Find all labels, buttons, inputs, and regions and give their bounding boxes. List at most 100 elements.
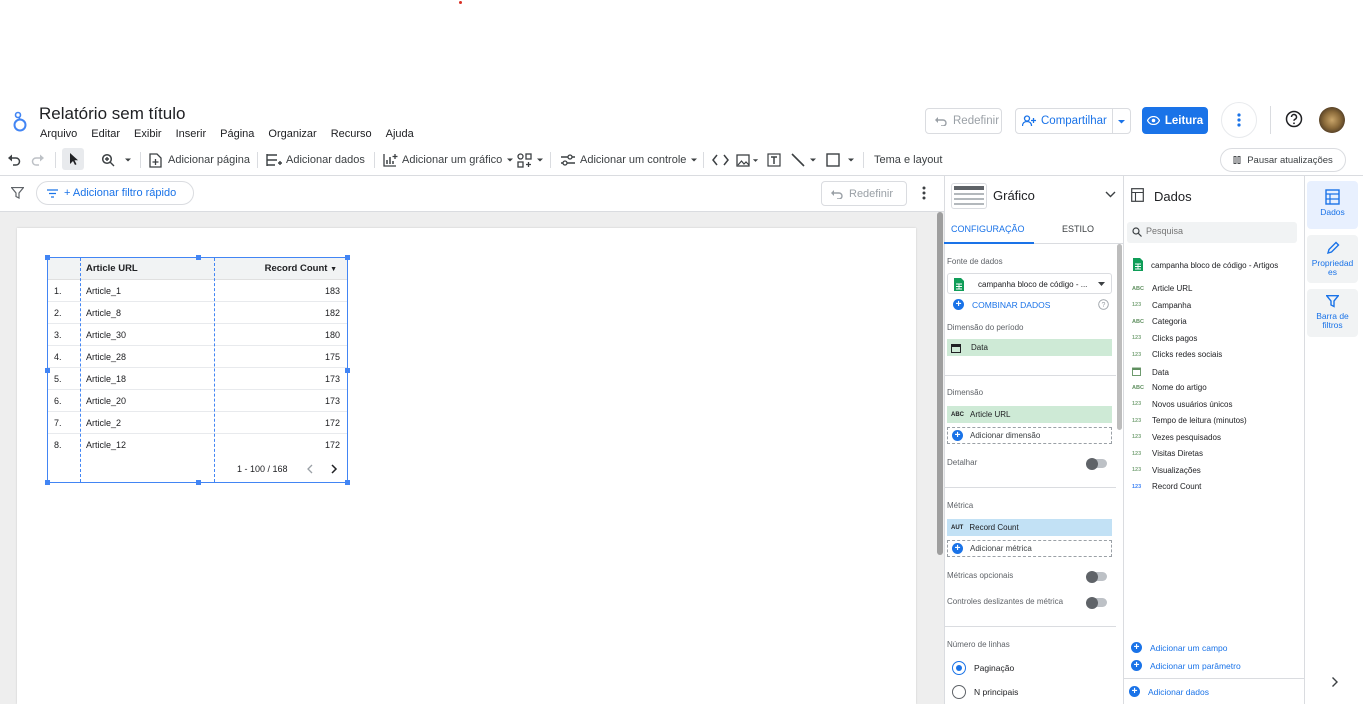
add-component-button[interactable] [517,147,544,173]
canvas-scrollbar[interactable] [937,212,943,555]
report-title[interactable]: Relatório sem título [39,104,185,124]
data-field-item[interactable]: 123 Novos usuários únicos [1132,400,1232,409]
period-dimension-chip[interactable]: Data [947,339,1112,356]
data-field-item[interactable]: ABC Article URL [1132,284,1192,293]
rail-properties-button[interactable]: Propriedad es [1307,235,1358,283]
avatar[interactable] [1319,107,1345,133]
top-n-radio[interactable] [952,685,966,699]
looker-studio-logo[interactable] [11,110,29,132]
metric-sliders-toggle[interactable] [1086,596,1107,609]
add-metric-button[interactable]: + Adicionar métrica [947,540,1112,557]
data-field-item[interactable]: 123 Record Count [1132,482,1201,491]
column-header-article-url[interactable]: Article URL [86,263,138,274]
zoom-button[interactable] [101,147,132,173]
data-source-selector[interactable]: campanha bloco de código - ... [947,273,1112,294]
chevron-left-icon[interactable] [306,464,313,474]
more-options-button[interactable] [1221,102,1257,138]
chevron-down-icon [810,158,816,162]
resize-handle[interactable] [196,255,201,260]
select-tool[interactable] [62,148,84,170]
tab-config[interactable]: CONFIGURAÇÃO [944,214,1034,244]
menu-arquivo[interactable]: Arquivo [40,128,77,140]
add-parameter-link[interactable]: + Adicionar um parâmetro [1131,660,1241,671]
data-field-name: Clicks pagos [1152,333,1198,343]
theme-layout-button[interactable]: Tema e layout [874,147,942,173]
metric-chip[interactable]: AUT Record Count [947,519,1112,536]
text-box-icon[interactable] [767,153,781,167]
redo-icon[interactable] [31,153,45,167]
tab-style[interactable]: ESTILO [1034,214,1122,244]
resize-handle[interactable] [45,255,50,260]
menu-editar[interactable]: Editar [91,128,120,140]
add-data-link[interactable]: + Adicionar dados [1129,686,1209,697]
add-field-link[interactable]: + Adicionar um campo [1131,642,1227,653]
panel-scrollbar[interactable] [1117,244,1122,430]
optional-metrics-toggle[interactable] [1086,570,1107,583]
view-mode-button[interactable]: Leitura [1142,107,1208,134]
reset-button[interactable]: Redefinir [925,108,1002,134]
resize-handle[interactable] [345,480,350,485]
rail-data-button[interactable]: Dados [1307,181,1358,229]
add-chart-button[interactable]: Adicionar um gráfico [383,147,514,173]
column-header-record-count[interactable]: Record Count ▼ [265,263,337,274]
quick-filter-button[interactable]: + Adicionar filtro rápido [36,181,194,205]
chart-type-selector[interactable] [951,183,987,209]
reset-filters-button[interactable]: Redefinir [821,181,907,206]
add-control-button[interactable]: Adicionar um controle [560,147,698,173]
data-field-item[interactable]: 123 Visitas Diretas [1132,449,1203,458]
menu-recurso[interactable]: Recurso [331,128,372,140]
menu-exibir[interactable]: Exibir [134,128,162,140]
data-field-item[interactable]: 123 Campanha [1132,301,1191,310]
add-shape-button[interactable] [826,147,855,173]
chevron-right-icon[interactable] [1331,676,1339,688]
dimension-chip[interactable]: ABC Article URL [947,406,1112,423]
data-field-item[interactable]: 123 Tempo de leitura (minutos) [1132,416,1247,425]
add-chart-icon [383,154,398,167]
menu-organizar[interactable]: Organizar [268,128,316,140]
data-field-name: Campanha [1152,300,1192,310]
text-type-icon: ABC [1132,285,1144,292]
resize-handle[interactable] [45,480,50,485]
data-source-name: campanha bloco de código - ... [978,280,1088,289]
chevron-down-icon[interactable] [1105,191,1116,198]
resize-handle[interactable] [196,480,201,485]
share-button[interactable]: Compartilhar [1015,108,1131,134]
menu-inserir[interactable]: Inserir [176,128,207,140]
data-field-item[interactable]: 123 Clicks pagos [1132,334,1197,343]
add-image-button[interactable] [736,147,759,173]
menu-ajuda[interactable]: Ajuda [386,128,414,140]
data-source-name[interactable]: campanha bloco de código - Artigos [1151,261,1278,270]
field-search[interactable] [1127,222,1297,243]
menu-pagina[interactable]: Página [220,128,254,140]
help-icon[interactable] [1285,110,1303,128]
resize-handle[interactable] [345,368,350,373]
add-line-button[interactable] [791,147,817,173]
table-chart[interactable]: Article URL Record Count ▼ 1. Article_1 18… [45,255,350,485]
data-field-item[interactable]: 123 Vezes pesquisados [1132,433,1221,442]
add-data-button[interactable]: Adicionar dados [266,147,365,173]
pause-updates-button[interactable]: Pausar atualizações [1220,148,1346,172]
add-page-button[interactable]: Adicionar página [149,147,250,173]
field-search-input[interactable] [1146,226,1286,236]
blend-data-link[interactable]: + COMBINAR DADOS [953,299,1050,310]
resize-handle[interactable] [345,255,350,260]
data-field-item[interactable]: ABC Categoria [1132,317,1187,326]
more-vert-icon[interactable] [922,186,926,200]
resize-handle[interactable] [45,368,50,373]
data-field-item[interactable]: ABC Nome do artigo [1132,383,1207,392]
help-icon[interactable]: ? [1098,299,1109,310]
data-field-item[interactable]: Data [1132,367,1169,378]
dimension-label: Dimensão [947,388,984,397]
data-field-item[interactable]: 123 Clicks redes sociais [1132,350,1222,359]
table-pagination: 1 - 100 / 168 [48,454,347,482]
undo-icon[interactable] [7,153,21,167]
chevron-right-icon[interactable] [331,464,338,474]
code-embed-icon[interactable] [712,154,729,166]
pagination-radio[interactable] [952,661,966,675]
add-dimension-button[interactable]: + Adicionar dimensão [947,427,1112,444]
filter-icon[interactable] [11,187,24,199]
data-field-item[interactable]: 123 Visualizações [1132,466,1201,475]
chevron-down-icon[interactable] [1117,117,1126,126]
rail-filters-button[interactable]: Barra de filtros [1307,289,1358,337]
drill-down-toggle[interactable] [1086,457,1107,470]
